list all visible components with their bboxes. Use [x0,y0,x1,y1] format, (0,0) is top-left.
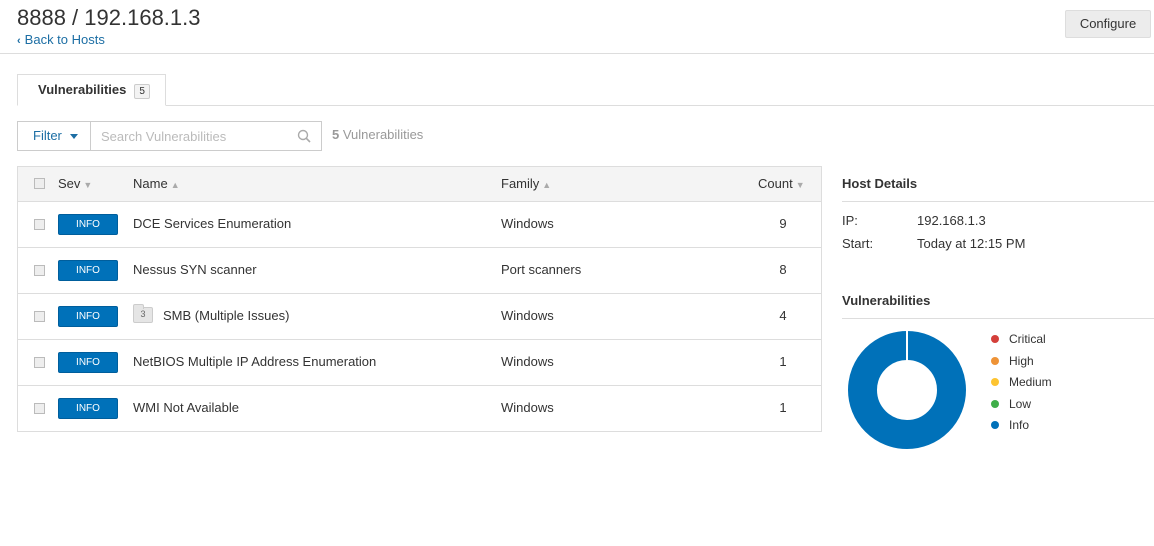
vulnerability-name[interactable]: WMI Not Available [133,400,239,415]
tab-vulnerabilities[interactable]: Vulnerabilities 5 [17,74,166,106]
vulnerability-count: 4 [779,308,787,323]
family-header-label: Family [501,176,540,191]
result-count: 5 Vulnerabilities [332,127,423,142]
column-header-family[interactable]: Family ▲ [501,176,551,191]
column-header-sev[interactable]: Sev ▼ [58,176,92,191]
legend-item-critical[interactable]: Critical [991,332,1046,346]
table-row[interactable]: INFO Nessus SYN scanner Port scanners 8 [18,248,821,294]
vulnerability-group-name[interactable]: 3 SMB (Multiple Issues) [133,303,290,325]
vulnerability-count: 1 [779,354,787,369]
page-header: 8888 / 192.168.1.3 ‹ Back to Hosts Config… [0,0,1154,54]
severity-donut-chart [848,331,966,449]
row-checkbox[interactable] [34,403,45,414]
row-checkbox[interactable] [34,357,45,368]
folder-icon: 3 [133,303,153,323]
medium-dot-icon [991,378,999,386]
row-checkbox[interactable] [34,219,45,230]
sort-asc-icon: ▲ [542,180,552,190]
legend-item-high[interactable]: High [991,354,1034,368]
filter-button[interactable]: Filter [17,121,91,151]
vulnerabilities-heading: Vulnerabilities [842,293,931,308]
filter-label: Filter [33,128,62,143]
name-header-label: Name [133,176,168,191]
legend-label: Info [1009,418,1030,432]
severity-badge: INFO [58,214,118,235]
legend-item-info[interactable]: Info [991,418,1029,432]
host-details-heading: Host Details [842,176,918,191]
vulnerability-family: Windows [501,354,554,369]
search-input[interactable] [101,123,296,149]
vulnerability-count: 9 [779,216,787,231]
critical-dot-icon [991,335,999,343]
ip-label: IP: [842,213,858,228]
vulnerability-family: Windows [501,216,554,231]
table-row[interactable]: INFO 3 SMB (Multiple Issues) Windows 4 [18,294,821,340]
search-box [90,121,322,151]
divider [842,201,1154,202]
vulnerability-name[interactable]: NetBIOS Multiple IP Address Enumeration [133,354,376,369]
row-checkbox[interactable] [34,311,45,322]
severity-badge: INFO [58,260,118,281]
row-checkbox[interactable] [34,265,45,276]
result-count-number: 5 [332,127,340,142]
back-link-label: Back to Hosts [24,32,105,47]
sort-asc-icon: ▲ [170,180,180,190]
table-row[interactable]: INFO WMI Not Available Windows 1 [18,386,821,432]
page-title: 8888 / 192.168.1.3 [17,5,201,30]
vulnerabilities-table: Sev ▼ Name ▲ Family ▲ Count ▼ INFO DCE Servi… [17,166,822,432]
info-dot-icon [991,421,999,429]
legend-label: Medium [1009,375,1052,389]
vulnerability-count: 8 [779,262,787,277]
tab-label: Vulnerabilities [38,82,127,97]
severity-badge: INFO [58,306,118,327]
sev-header-label: Sev [58,176,81,191]
vulnerability-name[interactable]: DCE Services Enumeration [133,216,291,231]
vulnerability-family: Port scanners [501,262,582,277]
start-label: Start: [842,236,874,251]
legend-item-medium[interactable]: Medium [991,375,1052,389]
configure-button[interactable]: Configure [1065,10,1151,38]
legend-label: Critical [1009,332,1046,346]
caret-down-icon [69,134,78,140]
vulnerability-family: Windows [501,308,554,323]
sort-desc-icon: ▼ [795,180,805,190]
table-header: Sev ▼ Name ▲ Family ▲ Count ▼ [18,167,821,202]
legend-label: Low [1009,397,1032,411]
vulnerability-family: Windows [501,400,554,415]
back-to-hosts-link[interactable]: ‹ Back to Hosts [17,32,105,47]
sort-desc-icon: ▼ [83,180,93,190]
select-all-checkbox[interactable] [34,178,45,189]
group-count: 3 [140,308,146,319]
tab-count-badge: 5 [134,84,150,99]
start-value: Today at 12:15 PM [917,236,1026,251]
table-row[interactable]: INFO NetBIOS Multiple IP Address Enumera… [18,340,821,386]
low-dot-icon [991,400,999,408]
tab-bar: Vulnerabilities 5 [17,74,1154,106]
ip-value: 192.168.1.3 [917,213,986,228]
count-header-label: Count [758,176,793,191]
column-header-name[interactable]: Name ▲ [133,176,180,191]
severity-badge: INFO [58,398,118,419]
column-header-count[interactable]: Count ▼ [758,176,805,191]
table-row[interactable]: INFO DCE Services Enumeration Windows 9 [18,202,821,248]
high-dot-icon [991,357,999,365]
search-icon[interactable] [297,129,311,143]
group-name-label: SMB (Multiple Issues) [163,308,290,323]
result-count-suffix: Vulnerabilities [342,127,424,142]
vulnerability-name[interactable]: Nessus SYN scanner [133,262,257,277]
vulnerability-count: 1 [779,400,787,415]
chevron-left-icon: ‹ [17,35,21,47]
legend-item-low[interactable]: Low [991,397,1031,411]
legend-label: High [1009,354,1034,368]
severity-badge: INFO [58,352,118,373]
divider [842,318,1154,319]
